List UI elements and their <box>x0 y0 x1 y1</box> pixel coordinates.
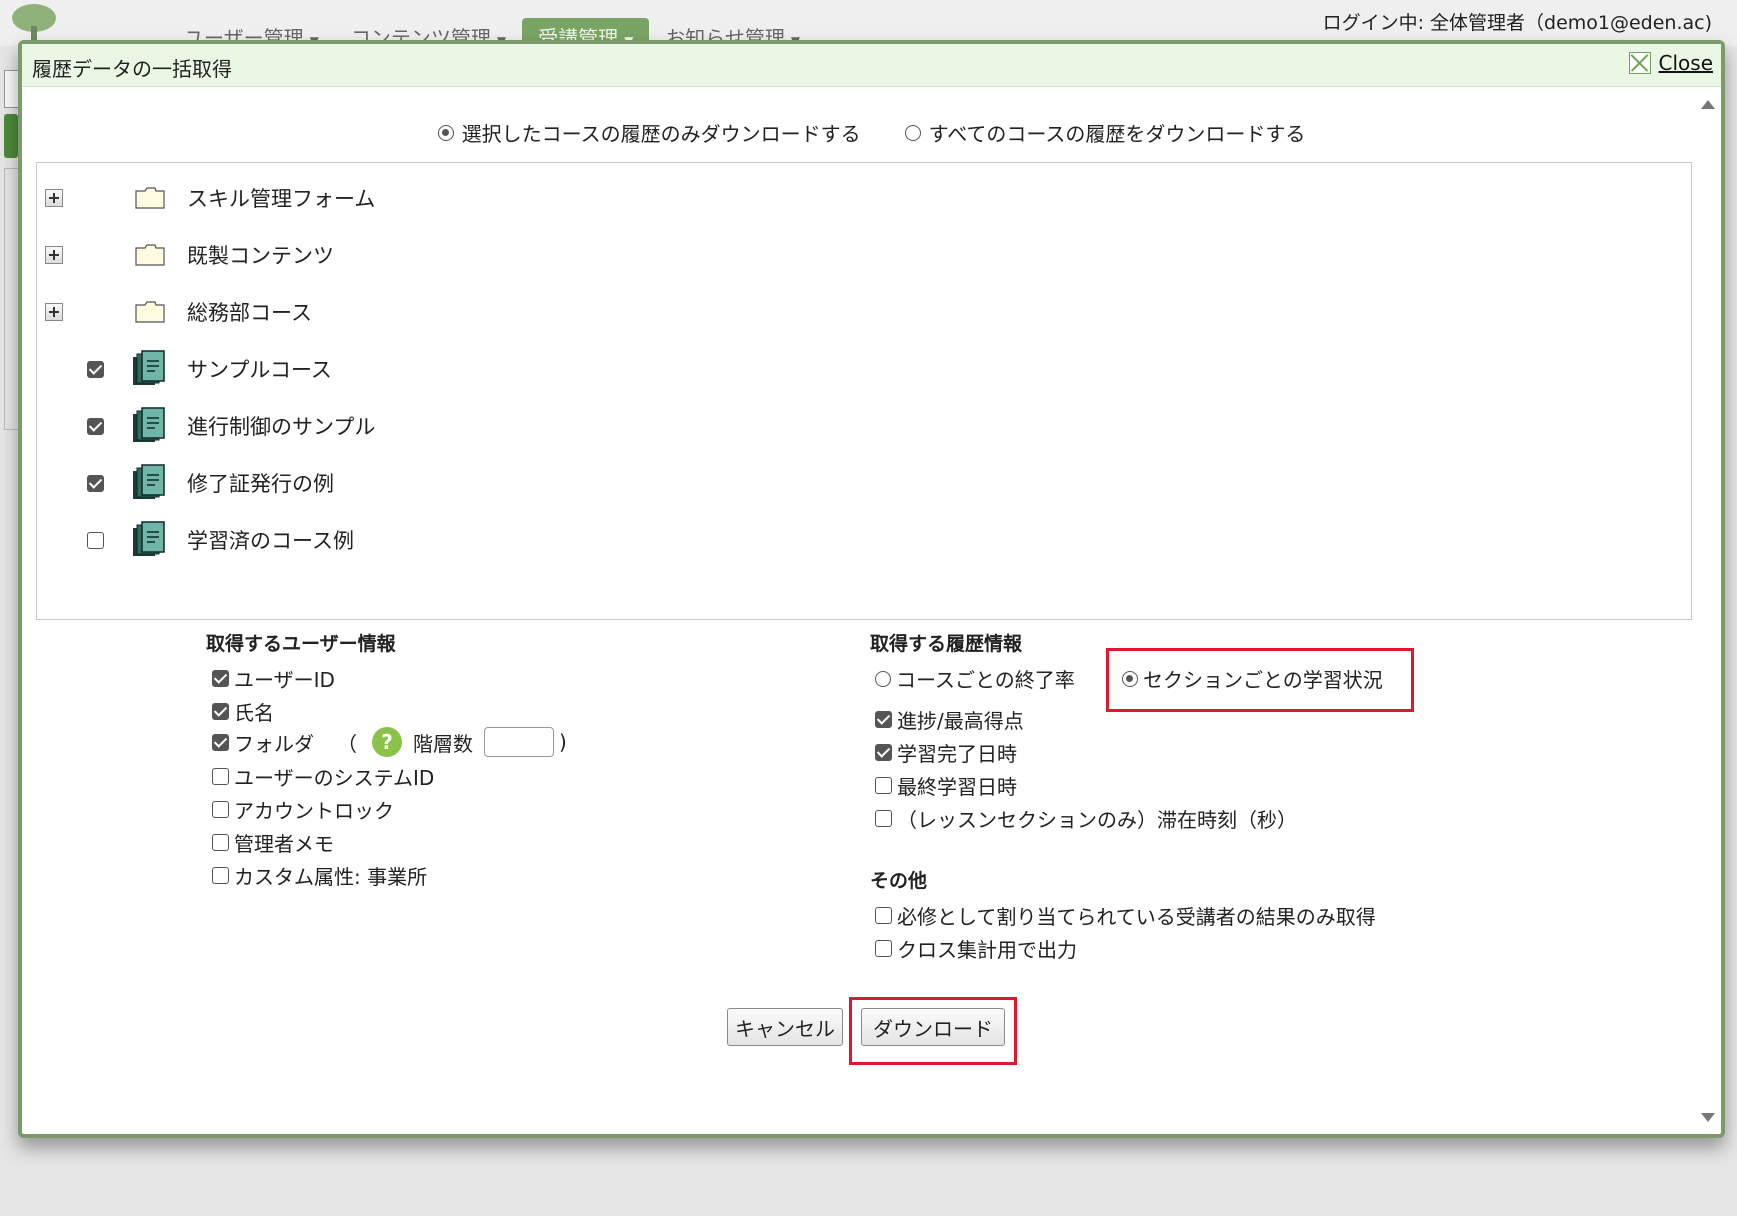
opt-completed-at[interactable]: 学習完了日時 <box>875 738 1017 767</box>
system-id-checkbox[interactable] <box>212 768 229 785</box>
background-sidebar <box>0 60 20 430</box>
highlight-box-download <box>849 997 1017 1065</box>
opt-name[interactable]: 氏名 <box>212 697 274 726</box>
dialog-title: 履歴データの一括取得 <box>32 57 232 81</box>
download-scope-options: 選択したコースの履歴のみダウンロードする すべてのコースの履歴をダウンロードする <box>22 118 1721 147</box>
course-book-icon <box>133 350 165 385</box>
tree-item-label[interactable]: 学習済のコース例 <box>187 525 354 555</box>
tree-item-label[interactable]: 進行制御のサンプル <box>187 411 375 441</box>
cancel-button[interactable]: キャンセル <box>727 1008 843 1046</box>
tree-item-label[interactable]: スキル管理フォーム <box>187 183 375 213</box>
bulk-history-dialog: 履歴データの一括取得 Close 選択したコースの履歴のみダウンロードする すべ… <box>18 40 1725 1138</box>
per-course-radio[interactable] <box>875 670 891 687</box>
name-checkbox[interactable] <box>212 703 229 720</box>
user-info-title: 取得するユーザー情報 <box>206 633 396 655</box>
help-question-icon[interactable]: ? <box>372 727 402 757</box>
course-checkbox[interactable] <box>87 360 104 378</box>
cross-tab-checkbox[interactable] <box>875 940 892 957</box>
tree-item-label[interactable]: 修了証発行の例 <box>187 468 334 498</box>
opt-last-study[interactable]: 最終学習日時 <box>875 771 1017 800</box>
highlight-box-section <box>1106 648 1414 712</box>
progress-checkbox[interactable] <box>875 711 892 728</box>
course-checkbox[interactable] <box>87 531 104 549</box>
opt-per-course-rate[interactable]: コースごとの終了率 <box>875 664 1075 693</box>
expand-plus-icon[interactable] <box>45 189 63 207</box>
course-book-icon <box>133 464 165 499</box>
course-tree: スキル管理フォーム 既製コンテンツ 総務部コース サンプルコース 進行制御のサン… <box>36 162 1692 620</box>
dialog-titlebar: 履歴データの一括取得 Close <box>22 44 1721 87</box>
stay-time-checkbox[interactable] <box>875 810 892 827</box>
custom-attr-checkbox[interactable] <box>212 867 229 884</box>
tree-item-label[interactable]: サンプルコース <box>187 354 332 384</box>
opt-account-lock[interactable]: アカウントロック <box>212 795 394 824</box>
opt-required-only[interactable]: 必修として割り当てられている受講者の結果のみ取得 <box>875 901 1376 930</box>
expand-plus-icon[interactable] <box>45 303 63 321</box>
admin-memo-checkbox[interactable] <box>212 834 229 851</box>
opt-cross-tab[interactable]: クロス集計用で出力 <box>875 934 1077 963</box>
scope-selected-only-radio[interactable] <box>437 124 454 141</box>
scope-selected-only-option[interactable]: 選択したコースの履歴のみダウンロードする <box>437 118 861 147</box>
folder-checkbox[interactable] <box>212 733 229 751</box>
login-status: ログイン中: 全体管理者（demo1@eden.ac) <box>1322 12 1712 34</box>
course-checkbox[interactable] <box>87 474 104 492</box>
close-link[interactable]: Close <box>1659 51 1713 75</box>
user-id-checkbox[interactable] <box>212 670 229 687</box>
last-study-checkbox[interactable] <box>875 777 892 794</box>
scroll-down-arrow-icon[interactable] <box>1701 1113 1715 1122</box>
expand-plus-icon[interactable] <box>45 246 63 264</box>
opt-progress[interactable]: 進捗/最高得点 <box>875 705 1024 734</box>
tree-item-label[interactable]: 総務部コース <box>187 297 312 327</box>
course-book-icon <box>133 407 165 442</box>
close-icon[interactable] <box>1628 52 1651 74</box>
depth-input[interactable] <box>484 727 554 757</box>
scroll-up-arrow-icon[interactable] <box>1701 100 1715 109</box>
opt-user-id[interactable]: ユーザーID <box>212 664 335 693</box>
close-button[interactable]: Close <box>1628 51 1713 75</box>
account-lock-checkbox[interactable] <box>212 801 229 818</box>
folder-icon <box>135 187 165 209</box>
tree-item-label[interactable]: 既製コンテンツ <box>187 240 334 270</box>
tree-logo-icon <box>12 4 56 40</box>
other-title: その他 <box>870 870 928 892</box>
folder-icon <box>135 301 165 323</box>
course-checkbox[interactable] <box>87 417 104 435</box>
scope-all-courses-radio[interactable] <box>904 124 921 141</box>
opt-folder: フォルダ （ ? 階層数 ) <box>212 727 567 757</box>
required-only-checkbox[interactable] <box>875 907 892 924</box>
scope-all-courses-option[interactable]: すべてのコースの履歴をダウンロードする <box>904 118 1305 147</box>
opt-system-id[interactable]: ユーザーのシステムID <box>212 762 434 791</box>
opt-stay-time[interactable]: （レッスンセクションのみ）滞在時刻（秒） <box>875 804 1297 833</box>
history-info-title: 取得する履歴情報 <box>870 633 1023 655</box>
opt-custom-attr[interactable]: カスタム属性: 事業所 <box>212 861 427 890</box>
opt-admin-memo[interactable]: 管理者メモ <box>212 828 334 857</box>
course-book-icon <box>133 521 165 556</box>
folder-icon <box>135 244 165 266</box>
completed-at-checkbox[interactable] <box>875 744 892 761</box>
